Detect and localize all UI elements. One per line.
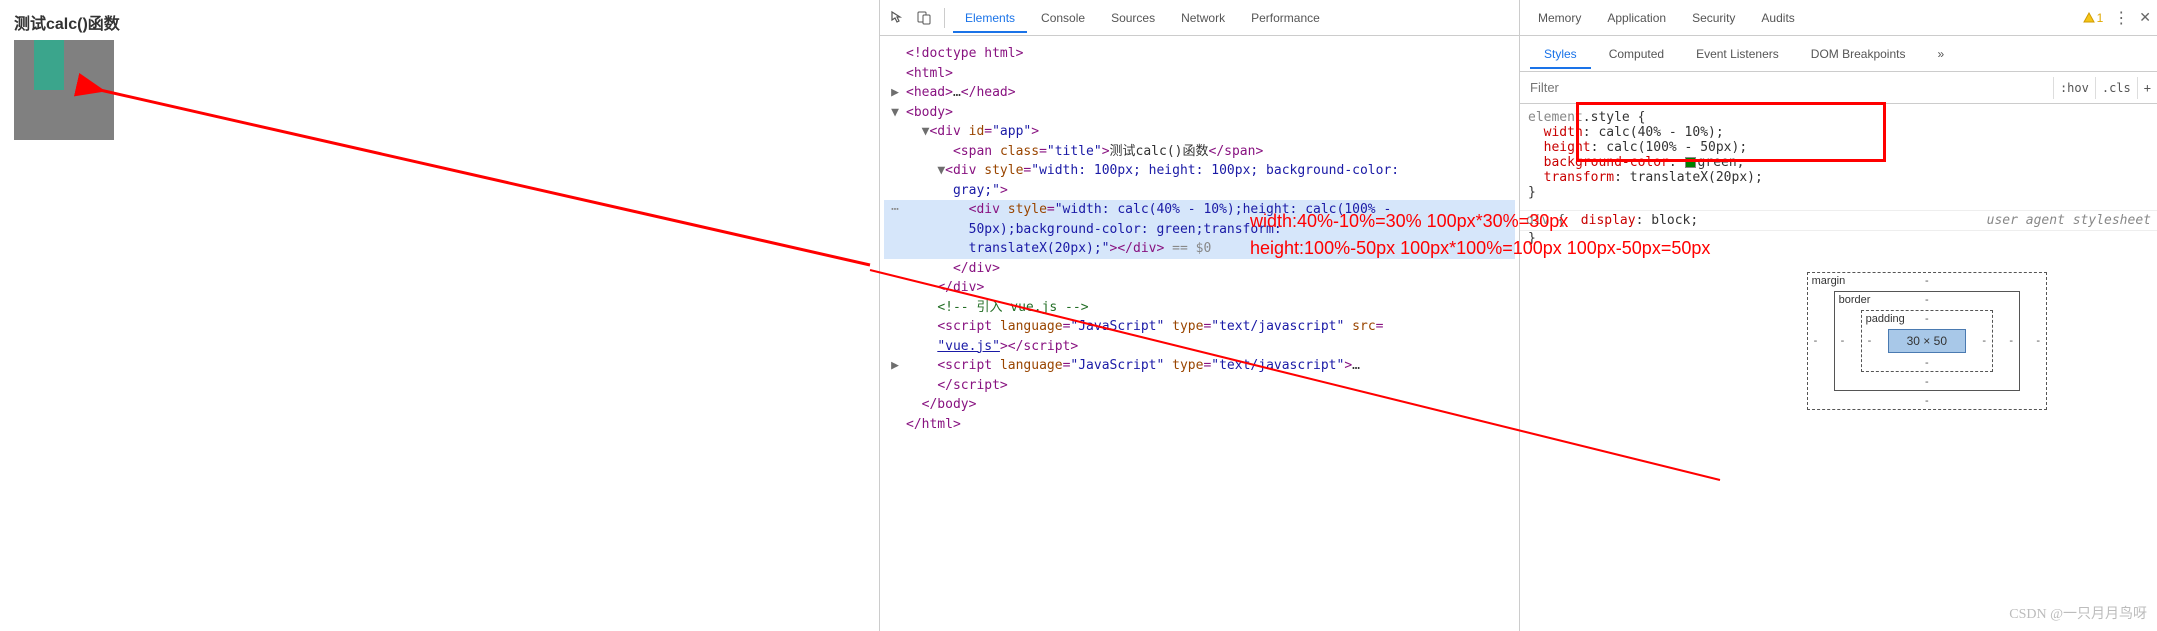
tab-security[interactable]: Security <box>1680 3 1747 33</box>
styles-subtabs: Styles Computed Event Listeners DOM Brea… <box>1520 36 2157 72</box>
subtab-computed[interactable]: Computed <box>1595 39 1678 69</box>
page-pane: 测试calc()函数 <box>0 0 880 631</box>
dom-doctype: <!doctype html> <box>906 46 1023 61</box>
page-title: 测试calc()函数 <box>14 10 865 34</box>
dom-tree[interactable]: <!doctype html> <html> ▶<head>…</head> ▼… <box>880 36 1519 631</box>
styles-rules[interactable]: element.style { width: calc(40% - 10%); … <box>1520 104 2157 210</box>
more-icon[interactable]: ⋮ <box>2113 8 2129 28</box>
annotation-highlight-box <box>1576 102 1886 162</box>
subtab-styles[interactable]: Styles <box>1530 39 1591 69</box>
subtab-dombreakpoints[interactable]: DOM Breakpoints <box>1797 39 1920 69</box>
warning-badge[interactable]: 1 <box>2083 11 2104 25</box>
divider <box>944 8 945 28</box>
device-toggle-icon[interactable] <box>912 10 936 26</box>
close-icon[interactable]: ✕ <box>2139 9 2151 26</box>
tab-network[interactable]: Network <box>1169 3 1237 33</box>
inner-box <box>34 40 64 90</box>
ua-stylesheet-row: div { display: block; user agent stylesh… <box>1520 210 2157 231</box>
styles-pane: Memory Application Security Audits 1 ⋮ ✕… <box>1520 0 2157 631</box>
dom-pane: Elements Console Sources Network Perform… <box>880 0 1520 631</box>
outer-box <box>14 40 114 140</box>
tab-application[interactable]: Application <box>1595 3 1678 33</box>
hov-toggle[interactable]: :hov <box>2053 77 2095 99</box>
tab-console[interactable]: Console <box>1029 3 1097 33</box>
box-model-diagram: margin ---- border ---- padding ---- 30 … <box>1520 252 2157 631</box>
tab-sources[interactable]: Sources <box>1099 3 1167 33</box>
new-rule-button[interactable]: + <box>2137 77 2157 99</box>
watermark: CSDN @一只月月鸟呀 <box>2009 603 2147 623</box>
styles-filter-row: :hov .cls + <box>1520 72 2157 104</box>
inspect-icon[interactable] <box>886 10 910 26</box>
subtab-eventlisteners[interactable]: Event Listeners <box>1682 39 1793 69</box>
selected-dom-node[interactable]: ⋯ <div style="width: calc(40% - 10%);hei… <box>884 200 1515 220</box>
tab-audits[interactable]: Audits <box>1749 3 1806 33</box>
tab-memory[interactable]: Memory <box>1526 3 1593 33</box>
subtab-more-icon[interactable]: » <box>1923 39 1958 69</box>
tab-performance[interactable]: Performance <box>1239 3 1332 33</box>
devtools-tabstrip-right: Memory Application Security Audits 1 ⋮ ✕ <box>1520 0 2157 36</box>
tab-elements[interactable]: Elements <box>953 3 1027 33</box>
devtools-tabstrip: Elements Console Sources Network Perform… <box>880 0 1519 36</box>
box-model-content: 30 × 50 <box>1888 329 1966 353</box>
styles-filter-input[interactable] <box>1520 76 2053 99</box>
cls-toggle[interactable]: .cls <box>2095 77 2137 99</box>
